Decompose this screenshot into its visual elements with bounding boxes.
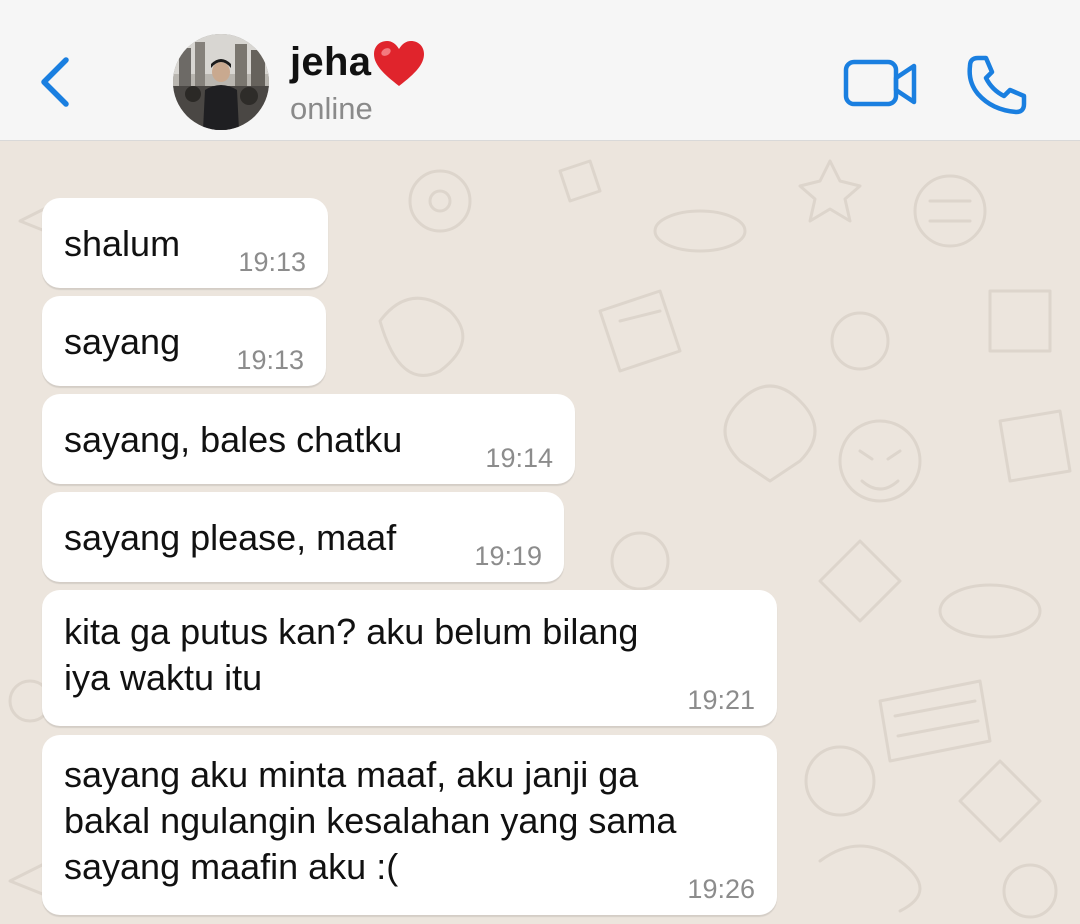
- chat-header: jeha online: [0, 0, 1080, 141]
- voice-call-button[interactable]: [964, 52, 1030, 118]
- message-time: 19:13: [238, 247, 306, 277]
- message-bubble[interactable]: sayang please, maaf 19:19: [42, 492, 564, 582]
- avatar-photo: [173, 34, 269, 130]
- message-time: 19:19: [474, 541, 542, 571]
- back-button[interactable]: [32, 52, 82, 112]
- contact-status: online: [290, 91, 373, 126]
- message-time: 19:14: [485, 443, 553, 473]
- chat-screen: jeha online shalum 19:13 sayang 19:13 sa…: [0, 0, 1080, 924]
- video-camera-icon: [843, 59, 917, 107]
- chevron-left-icon: [41, 57, 69, 107]
- message-text: sayang, bales chatku: [64, 419, 403, 460]
- message-list[interactable]: shalum 19:13 sayang 19:13 sayang, bales …: [0, 141, 1080, 924]
- message-bubble[interactable]: sayang, bales chatku 19:14: [42, 394, 575, 484]
- message-text: kita ga putus kan? aku belum bilang iya …: [64, 611, 639, 698]
- message-bubble[interactable]: kita ga putus kan? aku belum bilang iya …: [42, 590, 777, 726]
- message-bubble[interactable]: sayang 19:13: [42, 296, 326, 386]
- message-time: 19:26: [687, 874, 755, 904]
- message-time: 19:13: [236, 345, 304, 375]
- message-bubble[interactable]: shalum 19:13: [42, 198, 328, 288]
- video-call-button[interactable]: [842, 56, 920, 112]
- phone-icon: [967, 55, 1027, 115]
- message-text: sayang please, maaf: [64, 517, 397, 558]
- message-time: 19:21: [687, 685, 755, 715]
- message-text: sayang aku minta maaf, aku janji ga baka…: [64, 754, 677, 887]
- message-text: sayang: [64, 321, 181, 362]
- heart-icon: [374, 41, 424, 86]
- contact-name[interactable]: jeha: [290, 40, 371, 85]
- avatar[interactable]: [173, 34, 269, 130]
- message-text: shalum: [64, 223, 181, 264]
- message-bubble[interactable]: sayang aku minta maaf, aku janji ga baka…: [42, 735, 777, 915]
